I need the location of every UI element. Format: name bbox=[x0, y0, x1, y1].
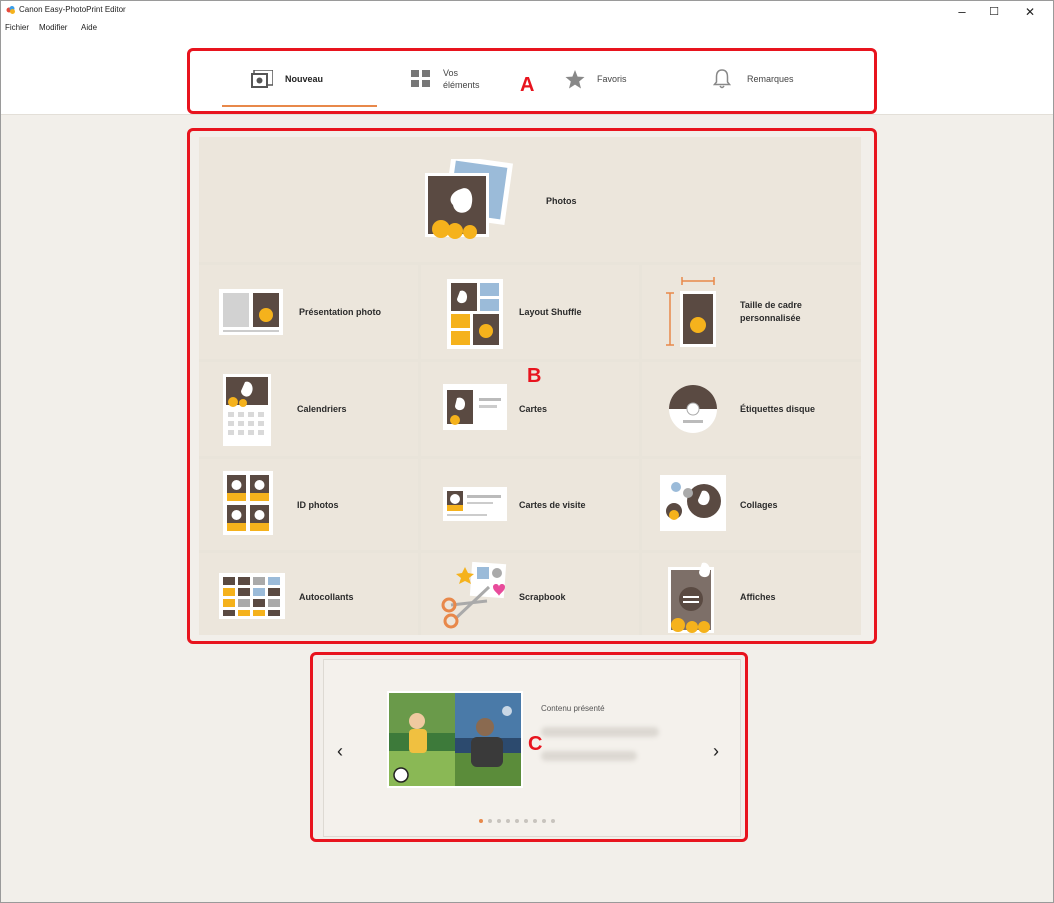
tile-photos[interactable]: Photos bbox=[199, 137, 861, 262]
tile-cartes-de-visite[interactable]: Cartes de visite bbox=[421, 459, 639, 550]
photos-icon bbox=[425, 159, 514, 239]
next-arrow-icon[interactable]: › bbox=[713, 741, 719, 762]
previous-arrow-icon[interactable]: ‹ bbox=[337, 741, 343, 762]
tab-vos-elements[interactable]: Vos éléments bbox=[411, 55, 480, 103]
tile-affiches[interactable]: Affiches bbox=[642, 553, 861, 635]
cards-icon bbox=[443, 384, 507, 430]
tab-remarques[interactable]: Remarques bbox=[713, 55, 794, 103]
tile-label: Photos bbox=[546, 196, 577, 206]
blurred-text-line bbox=[541, 751, 637, 761]
tab-label: Nouveau bbox=[285, 74, 324, 84]
menu-modifier[interactable]: Modifier bbox=[39, 23, 67, 32]
custom-frame-size-icon bbox=[666, 277, 716, 347]
callout-b: B bbox=[527, 365, 542, 387]
carousel-dot[interactable] bbox=[533, 819, 537, 823]
disc-label-icon bbox=[669, 385, 717, 433]
new-project-icon bbox=[251, 70, 273, 88]
tile-label: Autocollants bbox=[299, 592, 354, 602]
featured-title: Contenu présenté bbox=[541, 704, 605, 713]
callout-c: C bbox=[528, 733, 543, 755]
tab-label: Favoris bbox=[597, 74, 627, 84]
stickers-icon bbox=[219, 573, 285, 619]
grid-icon bbox=[411, 70, 430, 87]
tile-label: Scrapbook bbox=[519, 592, 566, 602]
app-logo-icon bbox=[6, 6, 15, 14]
tile-label: Cartes bbox=[519, 404, 548, 414]
tile-collages[interactable]: Collages bbox=[642, 459, 861, 550]
star-icon bbox=[565, 69, 585, 88]
tile-layout-shuffle[interactable]: Layout Shuffle bbox=[421, 265, 639, 359]
menu-aide[interactable]: Aide bbox=[81, 23, 97, 32]
calendar-icon bbox=[223, 374, 271, 446]
callout-a: A bbox=[520, 74, 535, 96]
tile-calendriers[interactable]: Calendriers bbox=[199, 362, 418, 456]
tile-label: Collages bbox=[740, 500, 778, 510]
tab-nouveau[interactable]: Nouveau bbox=[251, 55, 323, 103]
tile-presentation-photo[interactable]: Présentation photo bbox=[199, 265, 418, 359]
tile-label: Présentation photo bbox=[299, 307, 382, 317]
tile-label: Taille de cadre personnalisée bbox=[740, 300, 802, 323]
tile-label: Cartes de visite bbox=[519, 500, 586, 510]
photo-presentation-icon bbox=[219, 289, 283, 335]
tile-label: Affiches bbox=[740, 592, 776, 602]
scrapbook-icon bbox=[441, 561, 507, 629]
app-window: Canon Easy-PhotoPrint Editor – ☐ ✕ Fichi… bbox=[0, 0, 1054, 903]
tile-label: Layout Shuffle bbox=[519, 307, 582, 317]
carousel-dot[interactable] bbox=[506, 819, 510, 823]
tile-taille-cadre[interactable]: Taille de cadre personnalisée bbox=[642, 265, 861, 359]
maximize-button[interactable]: ☐ bbox=[979, 4, 1009, 20]
posters-icon bbox=[668, 562, 714, 633]
close-button[interactable]: ✕ bbox=[1015, 4, 1045, 20]
tile-label: ID photos bbox=[297, 500, 339, 510]
tile-etiquettes-disque[interactable]: Étiquettes disque bbox=[642, 362, 861, 456]
carousel-dot[interactable] bbox=[479, 819, 483, 823]
window-title: Canon Easy-PhotoPrint Editor bbox=[19, 5, 126, 14]
bell-icon bbox=[713, 69, 731, 89]
menu-bar: Fichier Modifier Aide bbox=[1, 23, 1053, 37]
tile-label: Étiquettes disque bbox=[740, 404, 816, 414]
title-bar: Canon Easy-PhotoPrint Editor – ☐ ✕ bbox=[1, 1, 1053, 23]
collages-icon bbox=[660, 475, 726, 531]
carousel-dot[interactable] bbox=[524, 819, 528, 823]
layout-shuffle-icon bbox=[447, 279, 503, 349]
carousel-dot[interactable] bbox=[551, 819, 555, 823]
carousel-dot[interactable] bbox=[515, 819, 519, 823]
tile-autocollants[interactable]: Autocollants bbox=[199, 553, 418, 635]
tab-favoris[interactable]: Favoris bbox=[565, 55, 627, 103]
carousel-dot[interactable] bbox=[488, 819, 492, 823]
carousel-dot[interactable] bbox=[542, 819, 546, 823]
featured-image[interactable] bbox=[387, 691, 523, 788]
minimize-button[interactable]: – bbox=[947, 4, 977, 20]
active-tab-indicator bbox=[222, 105, 377, 107]
tab-label: Remarques bbox=[747, 74, 794, 84]
menu-fichier[interactable]: Fichier bbox=[5, 23, 29, 32]
carousel-pagination bbox=[479, 819, 555, 823]
tile-id-photos[interactable]: ID photos bbox=[199, 459, 418, 550]
tab-label: Vos éléments bbox=[443, 68, 480, 90]
id-photos-icon bbox=[223, 471, 273, 535]
blurred-text-line bbox=[541, 727, 659, 737]
tile-scrapbook[interactable]: Scrapbook bbox=[421, 553, 639, 635]
carousel-dot[interactable] bbox=[497, 819, 501, 823]
business-card-icon bbox=[443, 487, 507, 521]
tile-label: Calendriers bbox=[297, 404, 347, 414]
